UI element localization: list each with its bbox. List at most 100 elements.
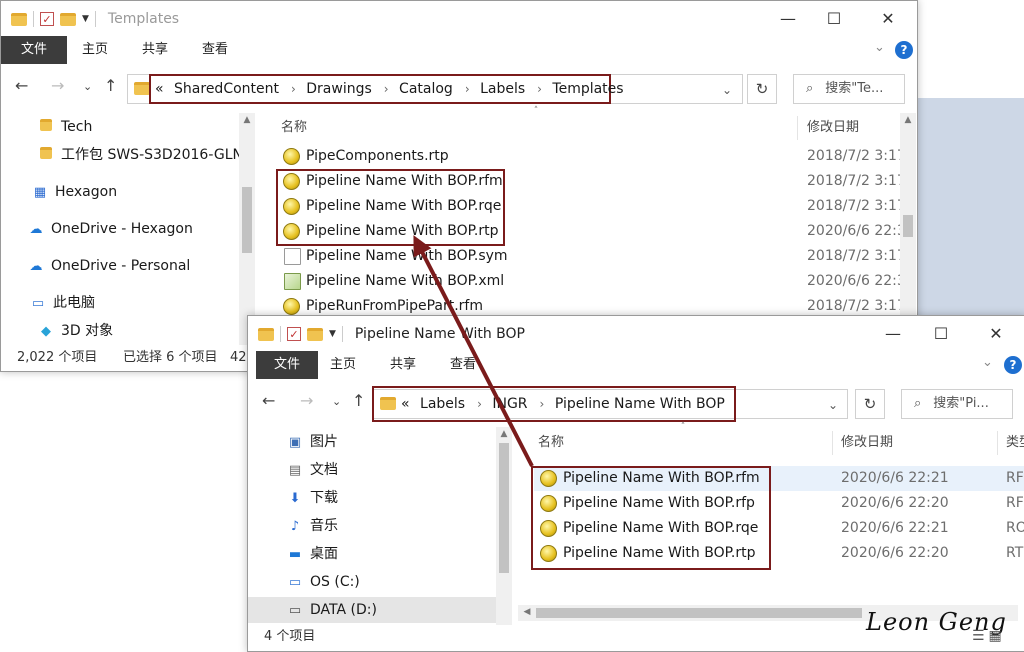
- properties-icon[interactable]: ✓: [40, 12, 54, 26]
- ribbon-expand-icon[interactable]: ⌄: [982, 355, 993, 370]
- quick-access-dropdown-icon[interactable]: ▼: [82, 14, 89, 24]
- file-row[interactable]: Pipeline Name With BOP.sym 2018/7/2 3:17: [281, 244, 906, 269]
- nav-scrollbar[interactable]: ▲: [239, 113, 255, 345]
- back-button[interactable]: ←: [15, 76, 28, 95]
- breadcrumb-overflow[interactable]: «: [401, 396, 410, 412]
- nav-item-3d-objects[interactable]: ◆ 3D 对象: [37, 318, 113, 344]
- documents-icon: ▤: [288, 463, 302, 478]
- up-button[interactable]: ↑: [104, 76, 117, 95]
- tab-file[interactable]: 文件: [256, 351, 318, 379]
- tab-share[interactable]: 共享: [142, 36, 168, 64]
- chevron-right-icon[interactable]: ›: [465, 82, 470, 96]
- minimize-button[interactable]: —: [870, 316, 916, 351]
- nav-scrollbar-thumb[interactable]: [499, 443, 509, 573]
- file-list-scrollbar[interactable]: ▲: [900, 113, 916, 345]
- chevron-right-icon[interactable]: ›: [384, 82, 389, 96]
- tab-home[interactable]: 主页: [330, 351, 356, 379]
- file-row[interactable]: PipeComponents.rtp 2018/7/2 3:17: [281, 144, 906, 169]
- chevron-right-icon[interactable]: ›: [540, 397, 545, 411]
- nav-item-onedrive-hexagon[interactable]: ☁ OneDrive - Hexagon: [27, 216, 193, 242]
- window-title: Templates: [107, 11, 180, 27]
- recent-locations-icon[interactable]: ⌄: [332, 395, 341, 408]
- breadcrumb-segment[interactable]: INGR: [492, 396, 527, 412]
- breadcrumb-segment[interactable]: SharedContent: [174, 81, 279, 97]
- breadcrumb-segment[interactable]: Labels: [480, 81, 525, 97]
- tab-view[interactable]: 查看: [202, 36, 228, 64]
- scroll-up-icon[interactable]: ▲: [497, 429, 511, 439]
- back-button[interactable]: ←: [262, 391, 275, 410]
- nav-item-data-d[interactable]: ▭ DATA (D:): [248, 597, 496, 623]
- pictures-icon: ▣: [288, 435, 302, 450]
- nav-item-downloads[interactable]: ⬇ 下载: [286, 485, 338, 511]
- refresh-button[interactable]: ↻: [747, 74, 777, 104]
- file-list-scrollbar-thumb[interactable]: [903, 215, 913, 237]
- column-header-date[interactable]: 修改日期: [807, 116, 859, 140]
- column-header-type[interactable]: 类型: [1006, 431, 1024, 455]
- tab-home[interactable]: 主页: [82, 36, 108, 64]
- chevron-right-icon[interactable]: ›: [537, 82, 542, 96]
- nav-item-documents[interactable]: ▤ 文档: [286, 457, 338, 483]
- column-header-date[interactable]: 修改日期: [841, 431, 893, 455]
- minimize-button[interactable]: —: [765, 1, 811, 36]
- nav-scrollbar-thumb[interactable]: [242, 187, 252, 253]
- nav-label: 工作包 SWS-S3D2016-GLN: [61, 147, 244, 163]
- help-icon[interactable]: ?: [1004, 356, 1022, 374]
- maximize-button[interactable]: ☐: [811, 1, 857, 36]
- drive-icon: ▭: [288, 603, 302, 618]
- scroll-left-icon[interactable]: ◀: [520, 607, 534, 617]
- nav-scrollbar[interactable]: ▲: [496, 427, 512, 625]
- help-icon[interactable]: ?: [895, 41, 913, 59]
- nav-item-onedrive-personal[interactable]: ☁ OneDrive - Personal: [27, 253, 191, 279]
- scroll-up-icon[interactable]: ▲: [240, 115, 254, 125]
- tab-view[interactable]: 查看: [450, 351, 476, 379]
- breadcrumb-segment[interactable]: Labels: [420, 396, 465, 412]
- folder-icon: [380, 397, 396, 410]
- column-header-name[interactable]: 名称: [281, 116, 307, 140]
- scroll-up-icon[interactable]: ▲: [901, 115, 915, 125]
- column-divider[interactable]: [797, 116, 798, 140]
- new-folder-icon[interactable]: [307, 327, 323, 341]
- chevron-right-icon[interactable]: ›: [291, 82, 296, 96]
- refresh-button[interactable]: ↻: [855, 389, 885, 419]
- column-divider[interactable]: [997, 431, 998, 455]
- address-bar[interactable]: « SharedContent › Drawings › Catalog › Labe…: [127, 74, 743, 104]
- properties-icon[interactable]: ✓: [287, 327, 301, 341]
- close-button[interactable]: ✕: [973, 316, 1019, 351]
- view-mode-icon[interactable]: ☰▦: [972, 628, 1006, 644]
- breadcrumb-segment[interactable]: Pipeline Name With BOP: [555, 396, 725, 412]
- chevron-right-icon[interactable]: ›: [477, 397, 482, 411]
- nav-item-this-pc[interactable]: ▭ 此电脑: [29, 290, 95, 316]
- address-bar[interactable]: « Labels › INGR › Pipeline Name With BOP ⌄: [372, 386, 848, 422]
- forward-button[interactable]: →: [51, 76, 64, 95]
- recent-locations-icon[interactable]: ⌄: [83, 80, 92, 93]
- close-button[interactable]: ✕: [865, 1, 911, 36]
- search-input[interactable]: ⌕ 搜索"Te...: [793, 74, 905, 104]
- tab-share[interactable]: 共享: [390, 351, 416, 379]
- forward-button[interactable]: →: [300, 391, 313, 410]
- navigation-bar: ← → ⌄ ↑ « SharedContent › Drawings › Catal…: [1, 68, 917, 110]
- nav-item-tech[interactable]: Tech: [37, 114, 92, 140]
- search-input[interactable]: ⌕ 搜索"Pi...: [901, 389, 1013, 419]
- nav-item-work-package[interactable]: 工作包 SWS-S3D2016-GLN: [37, 142, 243, 168]
- address-dropdown-icon[interactable]: ⌄: [722, 83, 732, 97]
- address-dropdown-icon[interactable]: ⌄: [828, 398, 838, 412]
- nav-item-os-c[interactable]: ▭ OS (C:): [286, 569, 360, 595]
- nav-item-desktop[interactable]: ▬ 桌面: [286, 541, 338, 567]
- up-button[interactable]: ↑: [352, 391, 365, 410]
- nav-item-music[interactable]: ♪ 音乐: [286, 513, 338, 539]
- ribbon-expand-icon[interactable]: ⌄: [874, 40, 885, 55]
- nav-item-hexagon[interactable]: ▦ Hexagon: [31, 179, 117, 205]
- tab-file[interactable]: 文件: [1, 36, 67, 64]
- breadcrumb-overflow[interactable]: «: [155, 81, 164, 97]
- horizontal-scrollbar-thumb[interactable]: [536, 608, 862, 618]
- file-row[interactable]: Pipeline Name With BOP.xml 2020/6/6 22:3: [281, 269, 906, 294]
- breadcrumb-segment[interactable]: Templates: [552, 81, 623, 97]
- column-header-name[interactable]: 名称: [538, 431, 564, 455]
- nav-item-pictures[interactable]: ▣ 图片: [286, 429, 338, 455]
- maximize-button[interactable]: ☐: [918, 316, 964, 351]
- quick-access-dropdown-icon[interactable]: ▼: [329, 329, 336, 339]
- new-folder-icon[interactable]: [60, 12, 76, 26]
- breadcrumb-segment[interactable]: Drawings: [306, 81, 372, 97]
- column-divider[interactable]: [832, 431, 833, 455]
- breadcrumb-segment[interactable]: Catalog: [399, 81, 453, 97]
